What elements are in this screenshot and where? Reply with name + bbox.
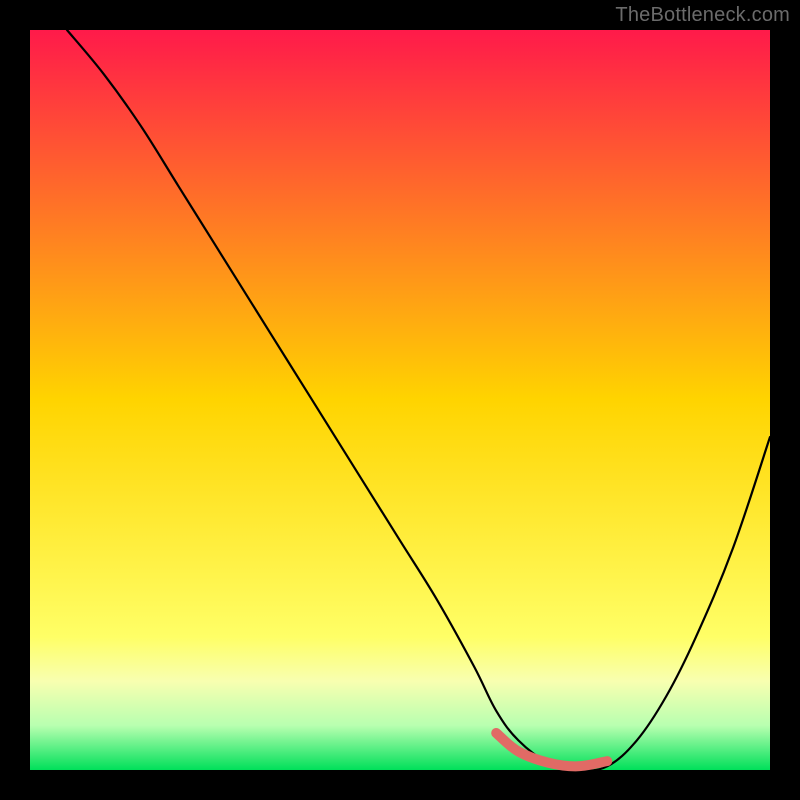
chart-svg xyxy=(0,0,800,800)
chart-background xyxy=(30,30,770,770)
watermark-label: TheBottleneck.com xyxy=(615,4,790,27)
bottleneck-chart: TheBottleneck.com xyxy=(0,0,800,800)
